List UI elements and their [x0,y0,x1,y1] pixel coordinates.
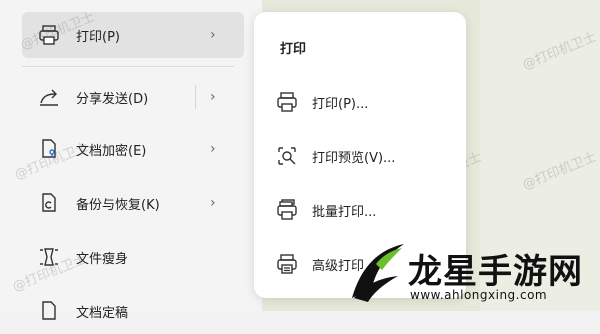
menu-item-label: 文件瘦身 [76,251,129,267]
menu-item-label: 文档定稿 [76,305,129,321]
menu-item-share[interactable]: 分享发送(D) › [22,74,244,120]
menu-item-label: 文档加密(E) [76,143,147,159]
submenu-item-print[interactable]: 打印(P)... [274,82,454,122]
menu-item-label: 分享发送(D) [76,91,149,107]
site-logo: 龙星手游网 www.ahlongxing.com [342,240,592,310]
menu-item-label: 打印(P) [76,29,120,45]
document-finalize-icon [36,298,62,324]
submenu-item-label: 打印(P)... [312,96,369,112]
menu-item-backup[interactable]: 备份与恢复(K) › [22,180,244,226]
batch-print-icon [274,197,300,223]
submenu-item-batch-print[interactable]: 批量打印... [274,190,454,230]
menu-divider [22,66,234,67]
submenu-title: 打印 [280,42,307,57]
submenu-item-label: 批量打印... [312,204,377,220]
printer-icon [274,89,300,115]
advanced-print-icon [274,251,300,277]
menu-item-label: 备份与恢复(K) [76,197,160,213]
print-preview-icon [274,143,300,169]
menu-item-finalize[interactable]: 文档定稿 [22,288,244,334]
chevron-right-icon[interactable]: › [210,89,224,105]
chevron-right-icon: › [210,141,216,157]
submenu-item-print-preview[interactable]: 打印预览(V)... [274,136,454,176]
dragon-logo-icon [352,244,404,302]
logo-url: www.ahlongxing.com [410,288,548,302]
chevron-right-icon: › [210,195,216,211]
share-icon [36,84,62,110]
logo-name: 龙星手游网 [408,252,583,292]
submenu-item-label: 打印预览(V)... [312,150,396,166]
split-divider [195,85,196,109]
chevron-right-icon: › [210,27,216,43]
backup-restore-icon [36,190,62,216]
